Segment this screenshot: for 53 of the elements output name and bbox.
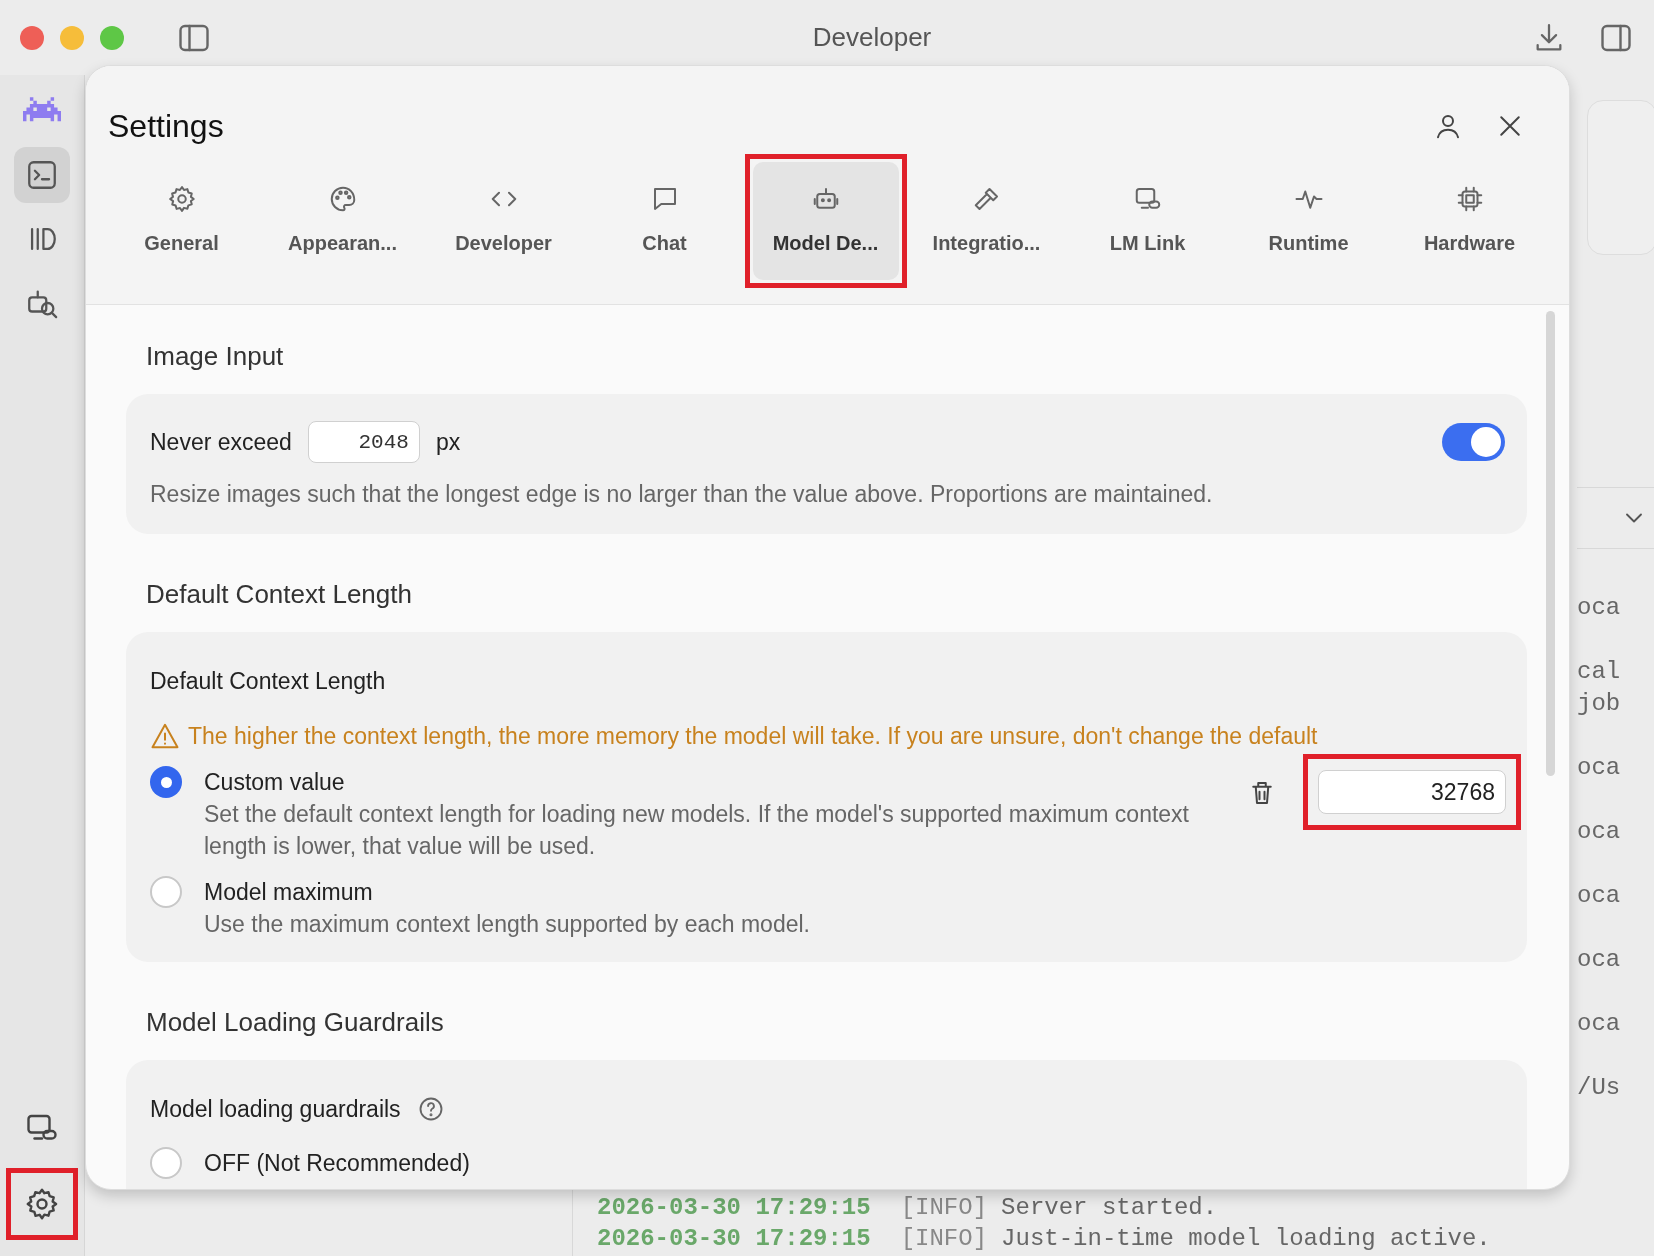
log-fragment: oca (1577, 1009, 1622, 1039)
section-heading: Model Loading Guardrails (145, 1006, 445, 1038)
log-level: [INFO] (900, 1193, 988, 1223)
settings-tab[interactable]: Integratio... (913, 162, 1060, 280)
option-label: Model maximum (204, 878, 374, 907)
setting-label: Never exceed (150, 428, 292, 457)
input-field[interactable]: 2048 (307, 421, 420, 463)
radio-button[interactable] (150, 766, 182, 798)
warning-text: The higher the context length, the more memory the model will take. If you are unsure, don't change the default (188, 722, 1318, 751)
settings-tab[interactable]: Chat (591, 162, 738, 280)
settings-tab[interactable]: Developer (430, 162, 577, 280)
log-timestamp: 2026-03-30 17:29:15 (597, 1193, 871, 1223)
warning-icon (150, 721, 180, 751)
log-fragment: cal (1577, 657, 1622, 687)
option-description: Set the default context length for loading new models. If the model's supported maximum context length is lower, that value will be used. (204, 800, 1190, 861)
close-window-button[interactable] (20, 25, 44, 50)
settings-icon (166, 184, 197, 214)
option-description: Use the maximum context length supported by each model. (204, 910, 811, 939)
settings-tab[interactable]: LM Link (1074, 162, 1221, 280)
settings-tab[interactable]: Appearan... (269, 162, 416, 280)
log-fragment: job (1577, 689, 1622, 719)
log-level: [INFO] (900, 1224, 988, 1254)
settings-tab[interactable]: Runtime (1235, 162, 1382, 280)
description-text: Resize images such that the longest edge is no larger than the value above. Proportions are maintained. (150, 480, 1214, 509)
toggle-switch[interactable] (1442, 423, 1505, 461)
radio-button[interactable] (150, 876, 182, 908)
sidebar-item[interactable] (14, 147, 70, 203)
log-timestamp: 2026-03-30 17:29:15 (597, 1224, 871, 1254)
settings-tab[interactable]: General (108, 162, 255, 280)
log-message: Server started. (1001, 1193, 1218, 1223)
dialog-title: Settings (108, 107, 225, 146)
option-label: Custom value (204, 768, 346, 797)
log-fragment: oca (1577, 753, 1622, 783)
log-fragment: /Us (1577, 1073, 1622, 1103)
option-label: OFF (Not Recommended) (204, 1149, 470, 1178)
input-field[interactable]: 32768 (1318, 770, 1506, 814)
log-fragment: oca (1577, 881, 1622, 911)
section-heading: Image Input (145, 340, 285, 372)
log-fragment: oca (1577, 945, 1622, 975)
window-title: Developer (812, 22, 932, 52)
log-message: Just-in-time model loading active. (1001, 1224, 1491, 1254)
settings-icon (24, 1186, 60, 1222)
radio-button[interactable] (150, 1147, 182, 1179)
terminal-icon (25, 158, 59, 192)
settings-tab[interactable]: Model De... (752, 162, 899, 280)
unit-label: px (435, 428, 461, 457)
card-title: Default Context Length (150, 667, 387, 696)
scrollbar[interactable] (1546, 311, 1555, 776)
log-fragment: oca (1577, 817, 1622, 847)
settings-tab[interactable]: Hardware (1396, 162, 1543, 280)
section-heading: Default Context Length (145, 578, 413, 610)
log-fragment: oca (1577, 593, 1622, 623)
card-title: Model loading guardrails (150, 1095, 401, 1124)
